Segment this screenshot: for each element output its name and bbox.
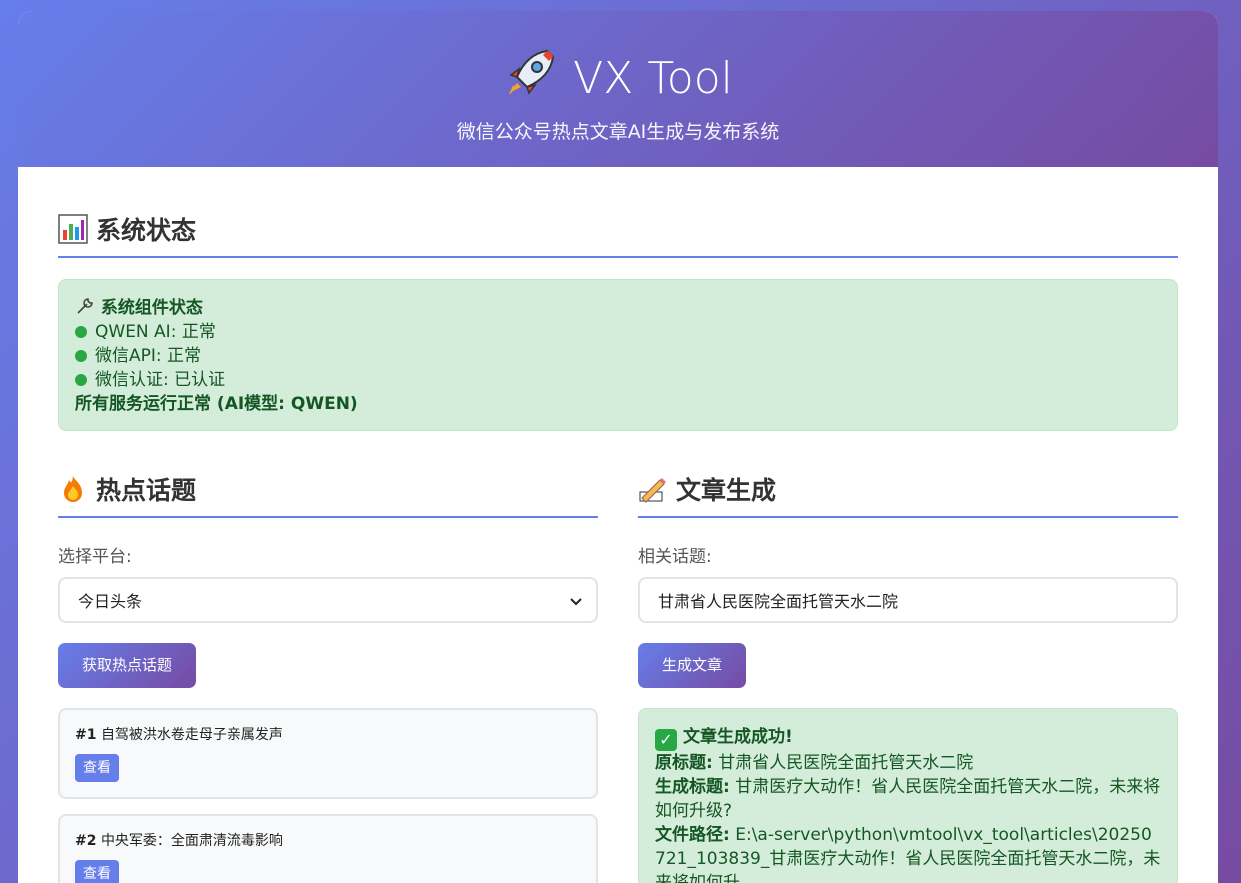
view-topic-button[interactable]: 查看 [75, 860, 119, 883]
file-path-value: E:\a-server\python\vmtool\vx_tool\articl… [655, 825, 1161, 883]
topic-text: 自驾被洪水卷走母子亲属发声 [100, 727, 283, 743]
view-topic-button[interactable]: 查看 [75, 754, 119, 782]
orig-title-label: 原标题: [655, 753, 713, 773]
generate-article-button[interactable]: 生成文章 [638, 643, 747, 688]
app-title-text: VX Tool [573, 53, 733, 104]
header: VX Tool 微信公众号热点文章AI生成与发布系统 [18, 11, 1218, 167]
topic-number: #2 [75, 833, 97, 849]
status-box-title-text: 系统组件状态 [100, 298, 203, 318]
file-path-line: 文件路径: E:\a-server\python\vmtool\vx_tool\… [655, 823, 1161, 883]
article-gen-title: 文章生成 [676, 475, 777, 505]
app-title: VX Tool [18, 45, 1218, 109]
wrench-icon [75, 296, 95, 316]
app-container: VX Tool 微信公众号热点文章AI生成与发布系统 系统状态 系统组件状态 Q… [18, 11, 1218, 883]
result-title: 文章生成成功! [683, 727, 793, 747]
status-box-title: 系统组件状态 [75, 296, 1161, 320]
status-dot-icon [75, 350, 87, 362]
status-summary: 所有服务运行正常 (AI模型: QWEN) [75, 394, 358, 414]
fire-icon [58, 474, 88, 504]
file-path-label: 文件路径: [655, 825, 730, 845]
topic-text-line: #1 自驾被洪水卷走母子亲属发声 [75, 724, 581, 744]
status-item: 微信认证: 已认证 [75, 368, 1161, 392]
hot-topics-title: 热点话题 [96, 475, 197, 505]
gen-title-line: 生成标题: 甘肃医疗大动作！省人民医院全面托管天水二院，未来将如何升级? [655, 775, 1161, 823]
topic-label: 相关话题: [638, 547, 712, 567]
generation-result-box: ✓ 文章生成成功! 原标题: 甘肃省人民医院全面托管天水二院 生成标题: 甘肃医疗… [638, 708, 1178, 883]
topic-item: #2 中央军委：全面肃清流毒影响 查看 [58, 814, 598, 883]
orig-title-value: 甘肃省人民医院全面托管天水二院 [718, 753, 974, 773]
gen-title-label: 生成标题: [655, 777, 730, 797]
platform-select[interactable]: 今日头条 [58, 577, 598, 623]
topic-input-value: 甘肃省人民医院全面托管天水二院 [658, 592, 899, 611]
topic-input[interactable]: 甘肃省人民医院全面托管天水二院 [638, 577, 1178, 623]
app-subtitle: 微信公众号热点文章AI生成与发布系统 [456, 121, 780, 143]
gen-title-value: 甘肃医疗大动作！省人民医院全面托管天水二院，未来将如何升级? [655, 777, 1161, 821]
main-content: 系统状态 系统组件状态 QWEN AI: 正常 微信API: 正常 微信认证: … [18, 167, 1218, 883]
status-item-text: QWEN AI: 正常 [95, 322, 216, 342]
system-status-heading: 系统状态 [58, 211, 1178, 258]
status-item: QWEN AI: 正常 [75, 320, 1161, 344]
chart-icon [58, 213, 88, 244]
platform-label: 选择平台: [58, 547, 132, 567]
article-gen-column: 文章生成 相关话题: 甘肃省人民医院全面托管天水二院 生成文章 ✓ 文章生成成功!… [638, 471, 1178, 883]
writing-hand-icon [638, 474, 668, 504]
platform-select-value: 今日头条 [78, 592, 143, 611]
hot-topics-column: 热点话题 选择平台: 今日头条 获取热点话题 #1 自驾被洪水卷走母子亲属发声 … [58, 471, 598, 883]
topic-text-line: #2 中央军委：全面肃清流毒影响 [75, 830, 581, 850]
chevron-down-icon [570, 591, 582, 610]
topic-text: 中央军委：全面肃清流毒影响 [100, 833, 283, 849]
topic-number: #1 [75, 727, 97, 743]
check-icon: ✓ [655, 729, 677, 751]
status-item: 微信API: 正常 [75, 344, 1161, 368]
two-column-row: 热点话题 选择平台: 今日头条 获取热点话题 #1 自驾被洪水卷走母子亲属发声 … [58, 471, 1178, 883]
result-title-line: ✓ 文章生成成功! [655, 725, 1161, 751]
status-dot-icon [75, 374, 87, 386]
article-gen-heading: 文章生成 [638, 471, 1178, 518]
rocket-icon [503, 45, 559, 101]
status-dot-icon [75, 326, 87, 338]
system-status-title: 系统状态 [96, 215, 197, 245]
status-item-text: 微信API: 正常 [95, 346, 202, 366]
topic-item: #1 自驾被洪水卷走母子亲属发声 查看 [58, 708, 598, 799]
hot-topics-heading: 热点话题 [58, 471, 598, 518]
orig-title-line: 原标题: 甘肃省人民医院全面托管天水二院 [655, 751, 1161, 775]
fetch-topics-button[interactable]: 获取热点话题 [58, 643, 197, 688]
status-item-text: 微信认证: 已认证 [95, 370, 226, 390]
system-status-box: 系统组件状态 QWEN AI: 正常 微信API: 正常 微信认证: 已认证 所… [58, 279, 1178, 431]
